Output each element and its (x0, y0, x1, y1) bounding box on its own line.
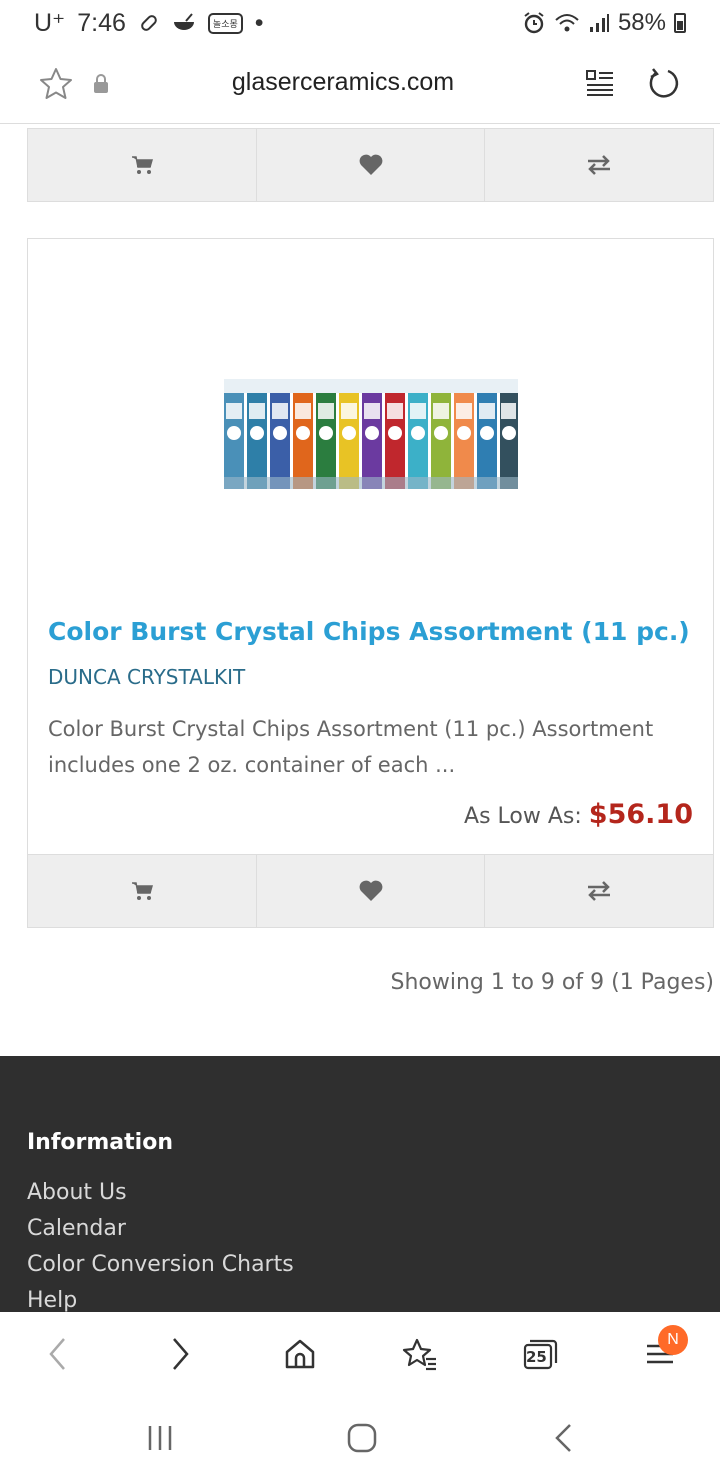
heart-icon (359, 880, 382, 901)
notification-badge-icon: 놀소몽 (207, 12, 243, 34)
compare-button[interactable] (485, 129, 713, 201)
home-button[interactable] (280, 1334, 320, 1374)
battery-icon (674, 13, 686, 33)
product-actions (27, 854, 714, 928)
notification-dot-icon: • (254, 8, 264, 37)
product-title-link[interactable]: Color Burst Crystal Chips Assortment (11… (48, 617, 698, 646)
product-card: Color Burst Crystal Chips Assortment (11… (27, 238, 714, 854)
menu-notification-badge: N (658, 1325, 688, 1355)
heart-icon (359, 154, 382, 175)
wifi-icon (555, 14, 579, 32)
add-to-cart-button[interactable] (28, 855, 257, 927)
footer-link-about[interactable]: About Us (27, 1176, 294, 1212)
android-nav-bar (0, 1396, 720, 1480)
add-to-wishlist-button[interactable] (257, 129, 486, 201)
price-line: As Low As: $56.10 (464, 799, 693, 830)
bookmarks-icon (402, 1338, 436, 1371)
status-right: 58% (522, 9, 686, 37)
footer-links: About Us Calendar Color Conversion Chart… (27, 1176, 294, 1320)
compare-icon (588, 155, 611, 175)
alarm-icon (524, 12, 544, 34)
browser-address-bar: glaserceramics.com (0, 46, 720, 124)
forward-icon (173, 1338, 189, 1370)
footer-link-color-charts[interactable]: Color Conversion Charts (27, 1248, 294, 1284)
url-text[interactable]: glaserceramics.com (0, 68, 686, 97)
pill-icon (141, 15, 157, 31)
product-description: Color Burst Crystal Chips Assortment (11… (48, 717, 654, 777)
footer-heading: Information (27, 1130, 173, 1155)
tabs-button[interactable]: 25 (520, 1334, 560, 1374)
compare-button[interactable] (485, 855, 713, 927)
product-actions-prev (27, 128, 714, 202)
home-nav-icon[interactable] (344, 1420, 380, 1456)
cart-icon (131, 882, 153, 900)
price-value: $56.10 (588, 799, 693, 830)
tabs-count: 25 (526, 1348, 547, 1366)
forward-button[interactable] (160, 1334, 200, 1374)
bookmarks-button[interactable] (400, 1334, 440, 1374)
home-icon (285, 1339, 315, 1369)
carrier-label: U⁺ (34, 9, 66, 37)
product-image[interactable] (220, 377, 522, 497)
add-to-cart-button[interactable] (28, 129, 257, 201)
back-button[interactable] (38, 1334, 78, 1374)
add-to-wishlist-button[interactable] (257, 855, 486, 927)
cart-icon (131, 156, 153, 174)
reader-icon[interactable] (586, 68, 614, 98)
status-left: U⁺ 7:46 놀소몽 • (34, 8, 264, 38)
product-sku-link[interactable]: DUNCA CRYSTALKIT (48, 665, 245, 689)
price-label: As Low As: (464, 804, 582, 829)
bowl-icon (173, 13, 194, 30)
battery-percent: 58% (617, 9, 666, 36)
pagination-summary: Showing 1 to 9 of 9 (1 Pages) (390, 970, 714, 995)
back-icon (49, 1338, 65, 1370)
signal-icon (589, 14, 609, 32)
back-nav-icon[interactable] (546, 1420, 582, 1456)
status-bar: U⁺ 7:46 놀소몽 • 58% (0, 0, 720, 46)
compare-icon (588, 881, 611, 901)
footer-link-calendar[interactable]: Calendar (27, 1212, 294, 1248)
recent-apps-icon[interactable] (142, 1420, 178, 1456)
browser-toolbar: 25 (0, 1312, 720, 1396)
clock: 7:46 (77, 8, 126, 37)
reload-icon[interactable] (646, 66, 682, 102)
site-footer: Information About Us Calendar Color Conv… (0, 1056, 720, 1314)
